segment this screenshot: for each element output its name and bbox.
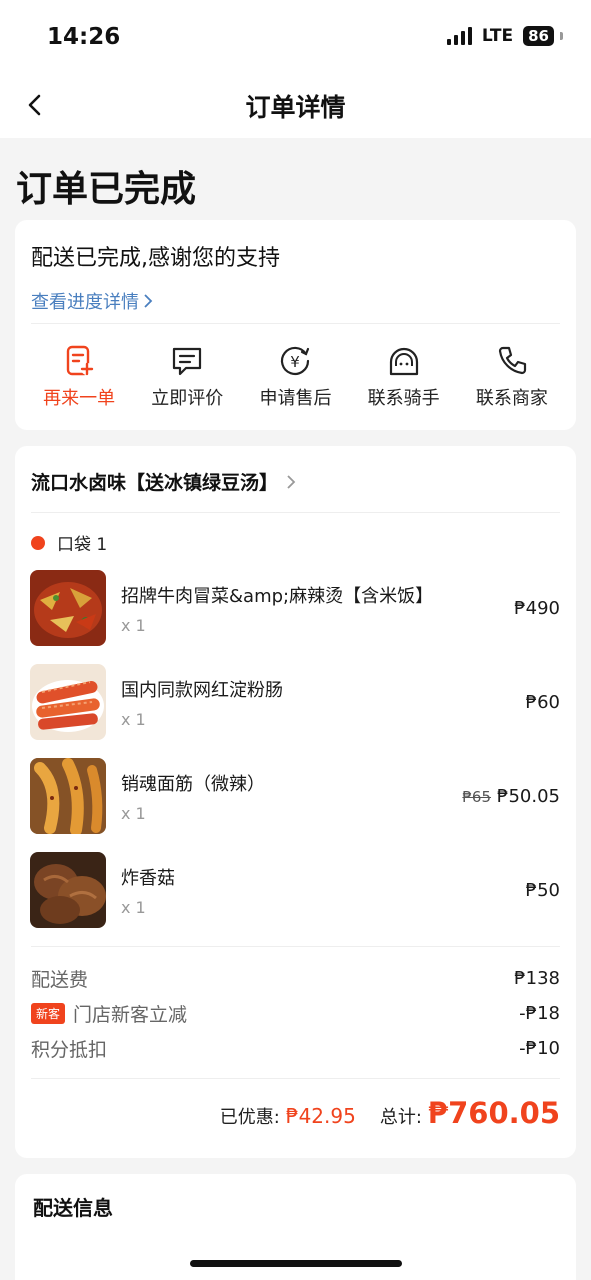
bag-header: 口袋 1 [31,530,107,555]
divider [31,1078,560,1079]
progress-details-link[interactable]: 查看进度详情 [31,288,153,314]
item-price: ₱50.05 [497,786,560,807]
delivery-status-message: 配送已完成,感谢您的支持 [31,246,280,271]
delivery-fee-row: 配送费 ₱138 [31,963,560,993]
new-customer-badge: 新客 [31,1002,66,1024]
rider-icon [389,347,418,376]
chevron-right-icon [287,474,296,489]
item-name: 国内同款网红淀粉肠 [121,680,283,701]
food-image [30,570,106,646]
food-image [30,758,106,834]
delivery-fee-value: ₱138 [514,967,560,989]
item-quantity: x 1 [121,616,146,635]
new-customer-discount-row: 新客 门店新客立减 -₱18 [31,998,560,1028]
points-deduction-value: -₱10 [519,1037,560,1059]
nav-bar: 订单详情 [0,72,591,138]
status-time: 14:26 [47,24,121,50]
discount-total-value: ₱42.95 [285,1104,356,1128]
grand-total-label: 总计: [379,1107,422,1128]
item-price: ₱50 [525,880,560,901]
divider [31,323,560,324]
review-button[interactable]: 立即评价 [137,344,237,410]
bag-label: 口袋 1 [57,535,108,555]
new-customer-discount-label: 门店新客立减 [73,1003,188,1026]
order-status-title: 订单已完成 [16,169,197,210]
new-customer-discount: 新客 门店新客立减 [31,1000,187,1027]
after-sales-label: 申请售后 [259,388,332,409]
chevron-right-icon [144,294,153,308]
reorder-icon [66,345,94,376]
item-price-group: ₱490 [514,598,560,619]
food-image [30,852,106,928]
contact-merchant-button[interactable]: 联系商家 [462,344,562,410]
item-name: 招牌牛肉冒菜&amp;麻辣烫【含米饭】 [121,586,434,607]
points-deduction-label: 积分抵扣 [31,1038,108,1061]
divider [31,946,560,947]
order-status-card: 配送已完成,感谢您的支持 查看进度详情 再来一单 立即评价 ¥ 申请售后 联系骑… [15,220,576,430]
refund-icon: ¥ [281,346,310,376]
network-label: LTE [481,26,514,46]
order-item[interactable]: 销魂面筋（微辣） x 1 ₱65 ₱50.05 [30,758,560,834]
contact-rider-button[interactable]: 联系骑手 [354,344,454,410]
shop-link[interactable]: 流口水卤味【送冰镇绿豆汤】 [31,468,560,495]
item-original-price: ₱65 [462,788,492,806]
item-quantity: x 1 [121,710,146,729]
item-price-group: ₱50 [526,880,560,901]
points-deduction-row: 积分抵扣 -₱10 [31,1033,560,1063]
item-price: ₱490 [514,598,560,619]
food-image [30,664,106,740]
shop-name: 流口水卤味【送冰镇绿豆汤】 [31,472,279,494]
progress-link-label: 查看进度详情 [31,292,139,313]
item-name: 炸香菇 [121,868,175,889]
grand-total-value: ₱760.05 [427,1096,560,1130]
review-label: 立即评价 [151,388,224,409]
item-price-group: ₱60 [526,692,560,713]
discount-total-label: 已优惠: [219,1107,280,1128]
reorder-button[interactable]: 再来一单 [29,344,129,410]
order-item[interactable]: 招牌牛肉冒菜&amp;麻辣烫【含米饭】 x 1 ₱490 [30,570,560,646]
status-bar: 14:26 LTE 86 [0,0,591,72]
bag-dot-icon [31,535,45,550]
item-quantity: x 1 [121,898,146,917]
item-price-group: ₱65 ₱50.05 [462,786,560,807]
contact-rider-label: 联系骑手 [367,388,440,409]
battery-icon: 86 [523,26,554,46]
review-icon [173,347,202,376]
order-totals: 已优惠: ₱42.95 总计: ₱760.05 [220,1096,560,1130]
order-item[interactable]: 国内同款网红淀粉肠 x 1 ₱60 [30,664,560,740]
new-customer-discount-value: -₱18 [519,1002,560,1024]
page-header-title: 订单详情 [245,93,346,122]
battery-tip [560,32,563,40]
reorder-label: 再来一单 [43,388,116,409]
after-sales-button[interactable]: ¥ 申请售后 [245,344,345,410]
item-price: ₱60 [525,692,560,713]
delivery-fee-label: 配送费 [31,968,89,991]
signal-icon [446,27,472,45]
home-indicator[interactable] [190,1260,402,1267]
order-actions: 再来一单 立即评价 ¥ 申请售后 联系骑手 联系商家 [15,344,576,410]
delivery-info-title: 配送信息 [33,1196,113,1220]
order-items-card: 流口水卤味【送冰镇绿豆汤】 口袋 1 招牌牛肉冒菜&amp;麻辣烫【含米饭】 x… [15,446,576,1158]
phone-icon [498,346,526,375]
svg-text:¥: ¥ [291,353,301,371]
divider [31,512,560,513]
item-name: 销魂面筋（微辣） [121,774,265,795]
contact-merchant-label: 联系商家 [475,388,548,409]
item-quantity: x 1 [121,804,146,823]
status-indicators: LTE 86 [446,26,563,46]
order-item[interactable]: 炸香菇 x 1 ₱50 [30,852,560,928]
